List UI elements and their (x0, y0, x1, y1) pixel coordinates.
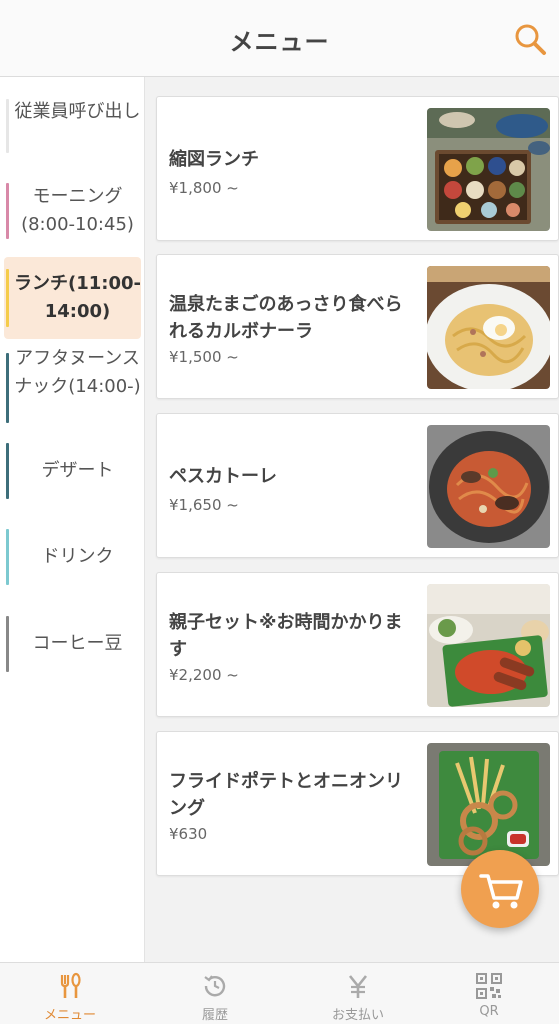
menu-item-card[interactable]: 縮図ランチ ¥1,800 ~ (156, 96, 559, 241)
menu-item-photo (427, 108, 550, 231)
menu-item-name: 縮図ランチ (169, 149, 259, 170)
menu-item-price: ¥1,800 ~ (169, 179, 239, 197)
nav-tab-menu[interactable]: メニュー (0, 963, 140, 1024)
sidebar-item-label: 従業員呼び出し (14, 101, 141, 122)
sidebar-item-label: ランチ(11:00-14:00) (14, 273, 141, 322)
category-color-bar (6, 99, 9, 153)
menu-item-photo (427, 584, 550, 707)
menu-list: 縮図ランチ ¥1,800 ~ 温泉たまごのあっさり食べられるカルボナーラ ¥1,… (145, 77, 559, 962)
nav-label: メニュー (43, 1008, 96, 1023)
app: メニュー 従業員呼び出し モーニング(8:00-10:45) ランチ(11:00… (0, 0, 559, 1024)
category-sidebar: 従業員呼び出し モーニング(8:00-10:45) ランチ(11:00-14:0… (0, 77, 145, 962)
sidebar-item-lunch[interactable]: ランチ(11:00-14:00) (0, 257, 145, 339)
sidebar-item-label: コーヒー豆 (32, 633, 123, 654)
menu-item-price: ¥1,650 ~ (169, 496, 239, 514)
nav-label: お支払い (331, 1008, 384, 1023)
sidebar-item-afternoon-snack[interactable]: アフタヌーンスナック(14:00-) (0, 345, 145, 435)
sidebar-item-label: モーニング(8:00-10:45) (21, 186, 134, 235)
nav-tab-history[interactable]: 履歴 (145, 963, 285, 1024)
nav-tab-payment[interactable]: お支払い (288, 963, 428, 1024)
nav-tab-qr[interactable]: QR (419, 963, 559, 1024)
qr-icon (476, 973, 502, 999)
menu-item-name: 温泉たまごのあっさり食べられるカルボナーラ (169, 294, 403, 342)
nav-label: QR (479, 1004, 499, 1019)
sidebar-item-label: デザート (41, 460, 114, 481)
search-icon (515, 24, 546, 55)
sidebar-item-coffee-beans[interactable]: コーヒー豆 (0, 614, 145, 674)
menu-item-name: 親子セット※お時間かかります (169, 612, 403, 660)
nav-label: 履歴 (201, 1008, 228, 1023)
bottom-navigation: メニュー 履歴 お支払い QR (0, 962, 559, 1024)
fork-knife-icon (60, 972, 81, 998)
menu-item-photo (427, 266, 550, 389)
category-color-bar (6, 183, 9, 239)
history-icon (204, 975, 226, 997)
menu-item-price: ¥1,500 ~ (169, 348, 239, 366)
sidebar-item-dessert[interactable]: デザート (0, 441, 145, 501)
cart-button[interactable] (461, 850, 539, 928)
category-color-bar (6, 443, 9, 499)
menu-item-photo (427, 743, 550, 866)
category-color-bar (6, 353, 9, 423)
page-title: メニュー (229, 28, 330, 56)
menu-item-photo (427, 425, 550, 548)
menu-item-name: フライドポテトとオニオンリング (169, 771, 403, 819)
sidebar-item-morning[interactable]: モーニング(8:00-10:45) (0, 175, 145, 245)
header: メニュー (0, 0, 559, 77)
yen-icon (348, 975, 368, 998)
category-color-bar (6, 269, 9, 327)
cart-icon (479, 874, 523, 909)
sidebar-item-label: アフタヌーンスナック(14:00-) (14, 348, 141, 397)
category-color-bar (6, 529, 9, 585)
menu-item-card[interactable]: ペスカトーレ ¥1,650 ~ (156, 413, 559, 558)
menu-item-price: ¥2,200 ~ (169, 666, 239, 684)
menu-item-card[interactable]: 温泉たまごのあっさり食べられるカルボナーラ ¥1,500 ~ (156, 254, 559, 399)
search-button[interactable] (511, 20, 549, 58)
sidebar-item-label: ドリンク (41, 546, 114, 567)
sidebar-item-staff-call[interactable]: 従業員呼び出し (0, 91, 145, 161)
category-color-bar (6, 616, 9, 672)
menu-item-name: ペスカトーレ (169, 466, 277, 487)
menu-item-price: ¥630 (169, 825, 208, 843)
sidebar-item-drink[interactable]: ドリンク (0, 527, 145, 587)
menu-item-card[interactable]: 親子セット※お時間かかります ¥2,200 ~ (156, 572, 559, 717)
